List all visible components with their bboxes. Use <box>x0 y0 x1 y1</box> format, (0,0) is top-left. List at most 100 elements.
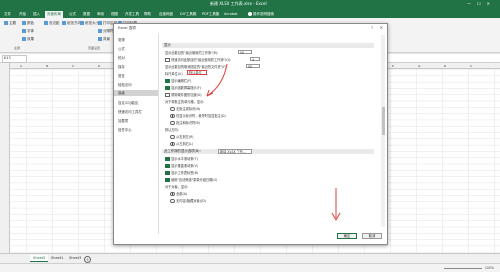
tab-data[interactable]: 数据 <box>81 11 92 18</box>
group-page-setup-label: 页面设置 <box>88 46 101 50</box>
show-formula-bar-option[interactable]: 显示编辑栏(F) <box>165 78 191 84</box>
nav-item-formulas[interactable]: 公式 <box>118 46 125 51</box>
colors-button[interactable]: 颜色 <box>22 21 34 26</box>
close-icon[interactable]: ✕ <box>380 25 383 30</box>
checkbox[interactable] <box>165 78 170 84</box>
column-header[interactable]: A <box>20 64 22 68</box>
radio[interactable] <box>170 198 175 204</box>
tab-insert[interactable]: 插入 <box>31 11 42 18</box>
column-header[interactable]: B <box>46 64 48 68</box>
group-dates-option[interactable]: 使用"自动筛选"菜单分组日期(G) <box>165 177 217 183</box>
tab-pdf[interactable]: PDF工具集 <box>200 11 221 18</box>
help-icon[interactable]: ? <box>371 26 373 30</box>
nav-item-save[interactable]: 保存 <box>118 64 125 69</box>
tab-developer[interactable]: 开发工具 <box>123 11 141 18</box>
tab-formulas[interactable]: 公式 <box>67 11 78 18</box>
breaks-button[interactable]: 分隔符 <box>98 29 114 34</box>
margins-button[interactable]: 页边距 <box>44 21 60 26</box>
radio[interactable] <box>170 134 175 140</box>
nav-item-customize-ribbon[interactable]: 自定义功能区 <box>118 100 138 105</box>
zoom-slider[interactable] <box>444 267 482 269</box>
add-sheet-button[interactable]: + <box>84 255 91 263</box>
column-header[interactable]: Q <box>418 64 420 68</box>
objects-nothing-option[interactable]: 无内容(隐藏对象)(D) <box>170 198 206 204</box>
nav-item-trust-center[interactable]: 信任中心 <box>118 127 132 132</box>
recent-workbooks-input[interactable]: 50 <box>238 50 252 55</box>
recent-folders-input[interactable]: 50 <box>246 64 260 69</box>
scrollbar-thumb[interactable] <box>381 107 385 135</box>
orientation-button[interactable]: 纸张方向 <box>62 21 81 26</box>
zoom-level[interactable]: 100% <box>485 266 494 270</box>
radio[interactable] <box>170 191 175 197</box>
tell-me-search[interactable]: 操作说明搜索 <box>248 11 274 18</box>
lightbulb-icon <box>248 11 252 16</box>
effects-button[interactable]: 效果 <box>22 37 34 42</box>
checkbox[interactable] <box>165 177 170 183</box>
tab-view[interactable]: 视图 <box>109 11 120 18</box>
group-themes-label: 主题 <box>14 46 21 50</box>
checkbox[interactable] <box>165 92 170 98</box>
nav-item-language[interactable]: 语言 <box>118 73 125 78</box>
nav-item-addins[interactable]: 加载项 <box>118 118 128 123</box>
tab-home[interactable]: 开始 <box>17 11 28 18</box>
tab-acrobat[interactable]: Acrobat <box>222 11 240 18</box>
quick-access-checkbox[interactable] <box>165 57 170 63</box>
annotation-arrow <box>331 188 341 222</box>
ok-button[interactable]: 确定 <box>337 233 357 239</box>
sheet-tab[interactable]: Sheet3 <box>66 255 84 261</box>
radio[interactable] <box>170 106 175 112</box>
no-comments-option[interactable]: 无批注或标识(N) <box>170 106 200 112</box>
comments-and-indicators-option[interactable]: 批注和标识符(B) <box>170 120 200 126</box>
column-header[interactable]: R <box>444 64 446 68</box>
nav-item-general[interactable]: 常规 <box>118 37 125 42</box>
left-to-right-option[interactable]: 从左到右(L) <box>170 141 193 147</box>
cancel-button[interactable]: 取消 <box>362 233 382 239</box>
objects-all-option[interactable]: 全部(A) <box>170 191 187 197</box>
column-header[interactable]: S <box>470 64 472 68</box>
recent-workbooks-label: 显示此数目的"最近使用的工作簿"(R): <box>165 51 219 55</box>
themes-button[interactable]: 主题 <box>4 21 16 26</box>
nav-item-proofing[interactable]: 校对 <box>118 55 125 60</box>
checkbox[interactable] <box>165 156 170 162</box>
tab-review[interactable]: 审阅 <box>95 11 106 18</box>
column-header[interactable]: P <box>392 64 394 68</box>
window-controls[interactable]: —☐✕ <box>467 1 496 6</box>
effects-icon <box>22 37 26 41</box>
radio[interactable] <box>170 141 175 147</box>
themes-icon <box>4 21 8 25</box>
nav-item-advanced[interactable]: 高级 <box>114 90 158 96</box>
section-workbook-header: 此工作簿的显示选项(B): <box>162 149 374 154</box>
tab-file[interactable]: 文件 <box>2 11 13 18</box>
radio[interactable] <box>170 113 175 119</box>
column-header[interactable]: C <box>72 64 74 68</box>
name-box[interactable]: K13 <box>2 55 27 63</box>
background-button[interactable]: 背景 <box>98 37 110 42</box>
show-sheet-tabs-option[interactable]: 显示工作表标签(B) <box>165 170 198 176</box>
colors-icon <box>22 21 26 25</box>
tab-diy[interactable]: DIY工具箱 <box>178 11 198 18</box>
checkbox[interactable] <box>165 163 170 169</box>
tab-page-layout[interactable]: 页面布局 <box>45 10 63 18</box>
column-header[interactable]: D <box>98 64 100 68</box>
checkbox[interactable] <box>165 170 170 176</box>
window-title: 新建 XLSX 工作表.xlsx - Excel <box>210 1 267 6</box>
fonts-button[interactable]: 字体 <box>22 29 34 34</box>
tab-baidu[interactable]: 百度网盘 <box>157 11 175 18</box>
size-button[interactable]: 纸张大小 <box>80 21 99 26</box>
options-scrollbar[interactable] <box>381 35 385 227</box>
row-headers <box>0 63 10 253</box>
workbook-dropdown[interactable]: 新建 XLSX 工作... <box>218 149 252 154</box>
margins-icon <box>44 21 48 25</box>
show-v-scrollbar-option[interactable]: 显示垂直滚动条(V) <box>165 163 198 169</box>
sheet-tab[interactable]: Sheet1 <box>48 255 66 261</box>
tab-help[interactable]: 帮助 <box>142 11 153 18</box>
nav-item-accessibility[interactable]: 轻松访问 <box>118 82 132 87</box>
indicators-only-option[interactable]: 仅显示标识符，悬停时加显批注(D) <box>170 113 226 119</box>
nav-item-quick-access[interactable]: 快速访问工具栏 <box>118 109 142 114</box>
quick-access-input[interactable]: 4 <box>250 57 260 62</box>
show-h-scrollbar-option[interactable]: 显示水平滚动条(T) <box>165 156 198 162</box>
right-to-left-option[interactable]: 从右到左(R) <box>170 134 194 140</box>
sheet-tab[interactable]: Sheet2 <box>30 255 49 262</box>
checkbox[interactable] <box>165 85 170 91</box>
radio[interactable] <box>170 120 175 126</box>
